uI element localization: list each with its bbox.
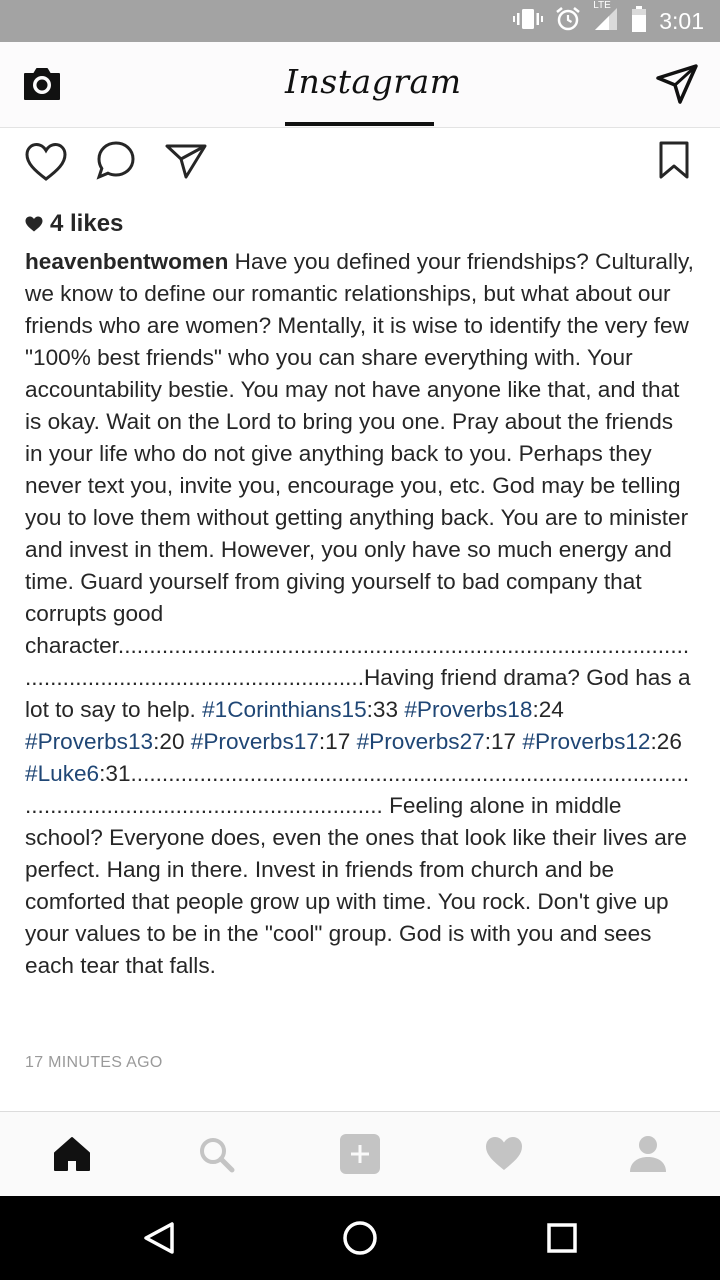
caption-text: :26 xyxy=(650,729,682,754)
hashtag-link[interactable]: #Proverbs13 xyxy=(25,729,153,754)
caption-text: :31.....................................… xyxy=(25,761,694,978)
search-icon[interactable] xyxy=(196,1134,236,1174)
heart-small-icon xyxy=(25,216,43,232)
post-caption: heavenbentwomen Have you defined your fr… xyxy=(25,246,695,982)
post-timestamp: 17 MINUTES AGO xyxy=(25,1054,163,1071)
system-nav-bar xyxy=(0,1196,720,1280)
lte-signal-icon: LTE xyxy=(593,0,619,37)
share-icon[interactable] xyxy=(164,140,208,180)
hashtag-link[interactable]: #Proverbs27 xyxy=(357,729,485,754)
like-icon[interactable] xyxy=(24,142,68,182)
post-actions xyxy=(0,128,720,198)
comment-icon[interactable] xyxy=(96,140,136,180)
add-icon[interactable] xyxy=(340,1134,380,1174)
profile-icon[interactable] xyxy=(628,1134,668,1174)
back-icon[interactable] xyxy=(140,1218,180,1258)
status-bar: LTE 3:01 xyxy=(0,0,720,42)
caption-text: :20 xyxy=(153,729,191,754)
recent-apps-icon[interactable] xyxy=(542,1218,582,1258)
camera-icon[interactable] xyxy=(22,66,62,102)
caption-text: :24 xyxy=(532,697,571,722)
feed-tab-indicator xyxy=(285,122,434,126)
alarm-icon xyxy=(555,6,581,37)
caption-body: Have you defined your friendships? Cultu… xyxy=(25,249,700,978)
direct-message-icon[interactable] xyxy=(656,64,698,104)
caption-text: :17 xyxy=(484,729,523,754)
home-circle-icon[interactable] xyxy=(340,1218,380,1258)
hashtag-link[interactable]: #1Corinthians15 xyxy=(202,697,367,722)
bookmark-icon[interactable] xyxy=(658,140,690,180)
hashtag-link[interactable]: #Luke6 xyxy=(25,761,99,786)
app-logo: Instagram xyxy=(285,62,462,101)
hashtag-link[interactable]: #Proverbs17 xyxy=(191,729,319,754)
hashtag-link[interactable]: #Proverbs18 xyxy=(404,697,532,722)
app-header: Instagram xyxy=(0,42,720,128)
network-label: LTE xyxy=(593,0,611,11)
likes-count[interactable]: 4 likes xyxy=(25,210,123,238)
heart-icon[interactable] xyxy=(484,1134,524,1174)
vibrate-icon xyxy=(513,7,544,36)
caption-text: :33 xyxy=(366,697,405,722)
home-icon[interactable] xyxy=(52,1134,92,1174)
likes-label: 4 likes xyxy=(50,210,124,237)
battery-icon xyxy=(631,5,647,37)
hashtag-link[interactable]: #Proverbs12 xyxy=(522,729,650,754)
caption-text: Have you defined your friendships? Cultu… xyxy=(25,249,694,722)
clock: 3:01 xyxy=(659,7,704,34)
post-username[interactable]: heavenbentwomen xyxy=(25,249,228,274)
bottom-tab-bar xyxy=(0,1111,720,1197)
caption-text: :17 xyxy=(318,729,357,754)
